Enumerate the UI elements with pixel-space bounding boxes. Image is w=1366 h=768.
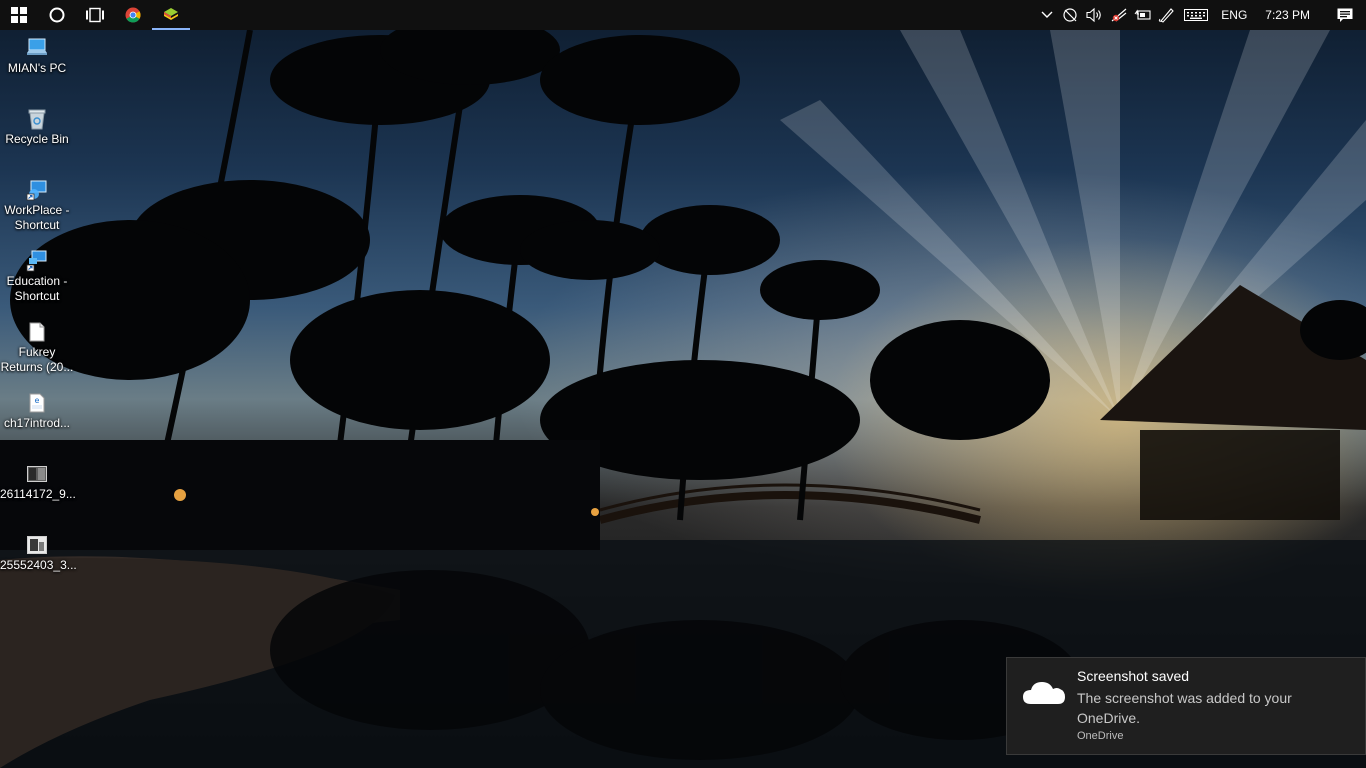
keyboard-icon xyxy=(1184,9,1209,21)
remote-desktop-icon xyxy=(26,180,47,201)
desktop-icon-label: Education - Shortcut xyxy=(6,274,68,303)
desktop-icon-image-25552403[interactable]: 25552403_3... xyxy=(0,531,77,602)
pen-icon xyxy=(1159,8,1175,23)
action-center-icon xyxy=(1337,8,1353,22)
touch-keyboard-button[interactable] xyxy=(1179,0,1213,30)
system-tray: ENG 7:23 PM xyxy=(1035,0,1366,30)
desktop-icon-label: Fukrey Returns (20... xyxy=(0,345,74,374)
task-view-icon xyxy=(86,7,104,23)
chevron-up-icon xyxy=(1041,11,1053,18)
toast-body: The screenshot was added to your OneDriv… xyxy=(1077,690,1292,726)
onedrive-cloud-icon xyxy=(1023,682,1065,704)
task-view-button[interactable] xyxy=(76,0,114,30)
pen-workspace-button[interactable] xyxy=(1155,0,1179,30)
desktop-icon-label: MIAN's PC xyxy=(7,61,67,75)
computer-icon xyxy=(27,38,47,55)
desktop-icon-recycle-bin[interactable]: Recycle Bin xyxy=(0,105,74,176)
desktop-icon-label: 25552403_3... xyxy=(0,558,77,572)
wifi-tray-button[interactable] xyxy=(1107,0,1131,30)
desktop-icon-label: ch17introd... xyxy=(3,416,71,430)
taskbar: ENG 7:23 PM xyxy=(0,0,1366,30)
desktop-icon-label: WorkPlace - Shortcut xyxy=(4,203,70,232)
network-icon xyxy=(1063,8,1077,22)
desktop-icon-label: 26114172_9... xyxy=(0,487,76,501)
chrome-icon xyxy=(125,7,141,23)
volume-tray-button[interactable] xyxy=(1083,0,1107,30)
battery-icon xyxy=(1134,9,1151,20)
onedrive-toast-notification[interactable]: Screenshot saved The screenshot was adde… xyxy=(1006,657,1366,755)
action-center-button[interactable] xyxy=(1324,0,1366,30)
pdf-edge-icon: e xyxy=(29,393,45,413)
svg-text:e: e xyxy=(35,396,40,405)
desktop-icon-ch17introd[interactable]: e ch17introd... xyxy=(0,389,74,460)
desktop-icon-grid: MIAN's PC Recycle Bin WorkPlace - Shortc… xyxy=(0,34,77,602)
toast-source: OneDrive xyxy=(1077,730,1124,742)
windows-logo-icon xyxy=(11,7,27,23)
wifi-off-icon xyxy=(1111,8,1127,22)
volume-icon xyxy=(1086,7,1102,23)
start-button[interactable] xyxy=(0,0,38,30)
recycle-bin-icon xyxy=(28,109,46,130)
desktop-icon-image-26114172[interactable]: 26114172_9... xyxy=(0,460,76,531)
show-hidden-icons-button[interactable] xyxy=(1035,0,1059,30)
wallpaper-scene xyxy=(0,15,1366,768)
clock[interactable]: 7:23 PM xyxy=(1255,8,1324,22)
cortana-circle-icon xyxy=(49,7,65,23)
remote-desktop-icon xyxy=(26,250,47,272)
desktop-icon-this-pc[interactable]: MIAN's PC xyxy=(0,34,74,105)
desktop-wallpaper xyxy=(0,0,1366,768)
document-icon xyxy=(29,322,45,342)
desktop-icon-label: Recycle Bin xyxy=(5,132,69,146)
image-thumb-icon xyxy=(27,466,47,482)
bluestacks-icon xyxy=(164,8,178,20)
desktop-icon-education-shortcut[interactable]: Education - Shortcut xyxy=(0,247,74,318)
image-thumb-icon xyxy=(27,536,47,554)
input-language-button[interactable]: ENG xyxy=(1213,8,1255,22)
taskbar-app-chrome[interactable] xyxy=(114,0,152,30)
network-tray-button[interactable] xyxy=(1059,0,1083,30)
toast-title: Screenshot saved xyxy=(1077,668,1190,684)
taskbar-app-bluestacks[interactable] xyxy=(152,0,190,30)
desktop-icon-fukrey-returns[interactable]: Fukrey Returns (20... xyxy=(0,318,74,389)
cortana-button[interactable] xyxy=(38,0,76,30)
battery-tray-button[interactable] xyxy=(1131,0,1155,30)
desktop-icon-workplace-shortcut[interactable]: WorkPlace - Shortcut xyxy=(0,176,74,247)
